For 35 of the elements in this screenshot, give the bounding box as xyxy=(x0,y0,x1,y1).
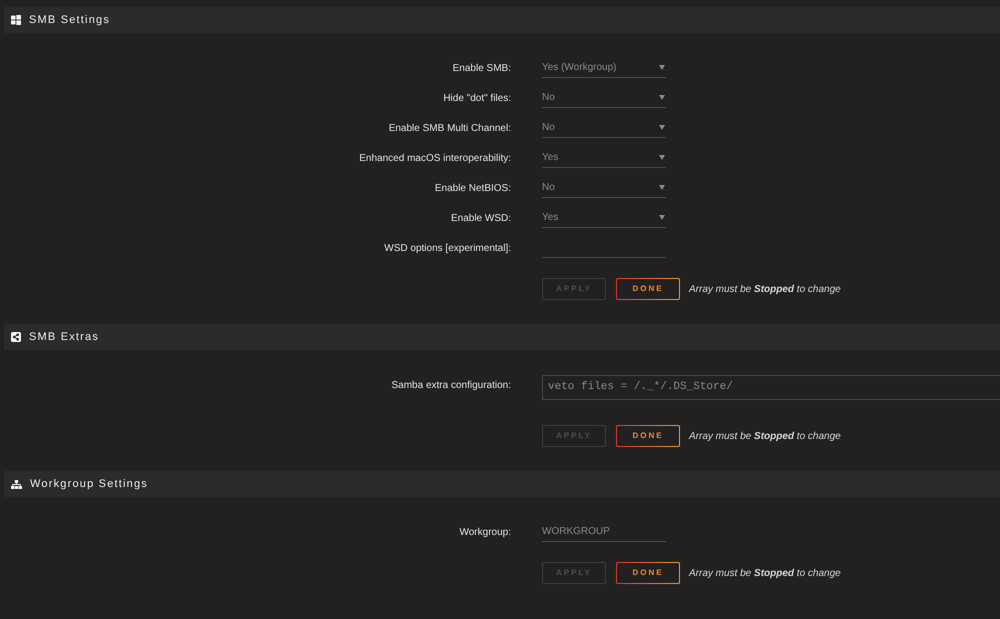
sitemap-icon xyxy=(11,480,22,488)
caret-icon xyxy=(659,125,665,130)
caret-icon xyxy=(659,95,665,100)
select-field[interactable]: Yes xyxy=(542,148,666,168)
caret-icon xyxy=(659,215,665,220)
field-label: Hide "dot" files: xyxy=(443,92,511,106)
caret-icon xyxy=(659,65,665,70)
section-title: SMB Extras xyxy=(29,330,100,345)
select-field[interactable]: No xyxy=(542,178,666,198)
text-field[interactable]: WORKGROUP xyxy=(542,522,666,542)
select-field[interactable]: No xyxy=(542,118,666,138)
select-field[interactable]: No xyxy=(542,88,666,108)
action-button[interactable]: DONE xyxy=(616,278,680,300)
select-field[interactable]: Yes xyxy=(542,208,666,228)
section-title: SMB Settings xyxy=(29,12,110,28)
field-label: Enable SMB: xyxy=(452,62,511,76)
status-note: Array must be Stopped to change xyxy=(689,430,841,444)
action-button[interactable]: DONE xyxy=(616,562,680,584)
select-field[interactable]: Yes (Workgroup) xyxy=(542,58,666,78)
config-textarea[interactable]: veto files = /._*/.DS_Store/ xyxy=(542,375,1000,400)
field-label: Enhanced macOS interoperability: xyxy=(359,152,511,166)
field-label: Workgroup: xyxy=(459,526,511,540)
status-note: Array must be Stopped to change xyxy=(689,566,841,580)
status-note: Array must be Stopped to change xyxy=(689,282,841,296)
caret-icon xyxy=(659,185,665,190)
field-label: Samba extra configuration: xyxy=(391,379,511,393)
field-label: WSD options [experimental]: xyxy=(384,242,511,256)
windows-logo-icon xyxy=(11,15,21,25)
field-label: Enable NetBIOS: xyxy=(434,182,511,196)
field-label: Enable WSD: xyxy=(450,212,511,226)
action-button[interactable]: DONE xyxy=(616,425,680,447)
field-label: Enable SMB Multi Channel: xyxy=(388,122,511,136)
section-title: Workgroup Settings xyxy=(30,476,148,492)
share-icon xyxy=(11,332,21,342)
caret-icon xyxy=(659,155,665,160)
